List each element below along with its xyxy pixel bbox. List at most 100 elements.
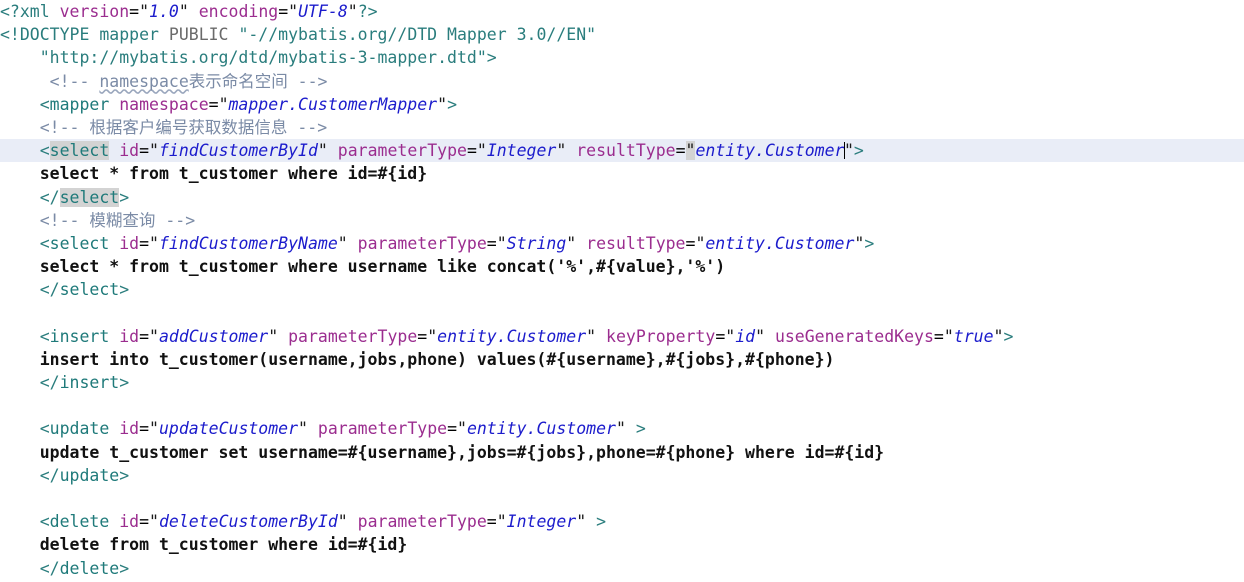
quote-glyph: "	[725, 326, 736, 346]
code-punctuation: =	[447, 419, 457, 439]
code-line[interactable]	[0, 487, 1244, 510]
sql-text-content: select * from t_customer where id=#{id}	[0, 164, 428, 184]
xml-declaration: ?>	[357, 2, 378, 21]
code-line[interactable]: </select>	[0, 278, 1244, 301]
code-line[interactable]: <!-- 模糊查询 -->	[0, 209, 1244, 232]
tag-punctuation: <	[0, 141, 50, 161]
tag-punctuation: </	[0, 465, 60, 485]
quote-glyph: "	[268, 326, 279, 346]
tag-punctuation: </	[0, 373, 60, 392]
code-line[interactable]: <select id="findCustomerById" parameterT…	[0, 139, 1244, 163]
sql-text-content: update t_customer set username=#{usernam…	[0, 442, 885, 462]
xml-comment: <!--	[0, 71, 100, 91]
quote-glyph: "	[496, 233, 507, 253]
code-punctuation	[576, 234, 586, 253]
code-line[interactable]: <!-- 根据客户编号获取数据信息 -->	[0, 116, 1244, 139]
attribute-value: true	[953, 326, 994, 346]
code-line[interactable]	[0, 301, 1244, 324]
code-punctuation: =	[278, 2, 289, 21]
attribute-value: Integer	[506, 512, 577, 532]
quote-glyph: "	[993, 326, 1004, 346]
quote-glyph: "	[288, 2, 299, 21]
code-punctuation: =	[417, 326, 428, 346]
quote-glyph: "	[337, 233, 348, 253]
code-line[interactable]: </delete>	[0, 557, 1244, 580]
quote-glyph: "	[317, 141, 328, 161]
attribute-name: namespace	[119, 94, 209, 114]
code-line[interactable]: <insert id="addCustomer" parameterType="…	[0, 325, 1244, 348]
quote-glyph: "	[437, 94, 448, 114]
tag-punctuation: >	[1003, 326, 1014, 346]
attribute-name: parameterType	[337, 141, 467, 161]
tag-punctuation: </	[0, 280, 60, 300]
code-punctuation	[566, 141, 576, 160]
code-punctuation	[278, 327, 288, 346]
attribute-value: entity.Customer	[695, 141, 845, 161]
code-punctuation: =	[486, 512, 497, 532]
attribute-name: id	[119, 326, 140, 346]
code-line[interactable]: <mapper namespace="mapper.CustomerMapper…	[0, 93, 1244, 116]
quote-glyph: "	[149, 326, 159, 346]
code-line[interactable]	[0, 394, 1244, 417]
code-line[interactable]: <!DOCTYPE mapper PUBLIC "-//mybatis.org/…	[0, 23, 1244, 46]
code-line[interactable]: </update>	[0, 464, 1244, 487]
sql-text-content: delete from t_customer where id=#{id}	[0, 535, 408, 555]
quote-glyph: "	[337, 512, 348, 532]
quote-glyph: "	[854, 233, 865, 253]
doctype-string: "-//mybatis.org//DTD Mapper 3.0//EN"	[238, 25, 597, 45]
code-punctuation	[189, 2, 199, 21]
matched-tag-name: select	[59, 187, 120, 207]
xml-comment: 表示命名空间 -->	[188, 71, 328, 91]
attribute-value: id	[735, 326, 756, 346]
code-line[interactable]: <select id="findCustomerByName" paramete…	[0, 232, 1244, 255]
tag-name: select	[59, 280, 120, 300]
tag-name: delete	[49, 512, 110, 532]
code-punctuation	[109, 95, 119, 114]
code-line[interactable]: <delete id="deleteCustomerById" paramete…	[0, 510, 1244, 533]
tag-punctuation: <	[0, 94, 50, 114]
attribute-name: version	[59, 2, 130, 21]
code-line[interactable]: <!-- namespace表示命名空间 -->	[0, 70, 1244, 93]
code-line[interactable]: select * from t_customer where id=#{id}	[0, 162, 1244, 185]
tag-name: update	[59, 465, 120, 485]
attribute-value: entity.Customer	[466, 419, 616, 439]
code-punctuation: =	[933, 326, 944, 346]
tag-name: update	[49, 419, 110, 439]
attribute-value: Integer	[486, 141, 557, 161]
code-punctuation	[109, 141, 119, 160]
tag-punctuation: >	[119, 465, 130, 485]
quote-glyph: "	[149, 233, 159, 253]
code-line[interactable]: select * from t_customer where username …	[0, 255, 1244, 278]
tag-punctuation: >	[119, 373, 130, 392]
quote-glyph: "	[566, 233, 577, 253]
code-line[interactable]: update t_customer set username=#{usernam…	[0, 441, 1244, 464]
code-punctuation: =	[208, 94, 219, 114]
code-punctuation: =	[139, 141, 150, 161]
tag-punctuation: >	[119, 558, 130, 578]
code-punctuation: =	[139, 233, 150, 253]
code-line[interactable]: delete from t_customer where id=#{id}	[0, 533, 1244, 556]
code-punctuation	[308, 419, 318, 438]
attribute-name: parameterType	[357, 233, 487, 253]
code-line[interactable]: </select>	[0, 186, 1244, 209]
attribute-name: parameterType	[288, 326, 418, 346]
code-line[interactable]: "http://mybatis.org/dtd/mybatis-3-mapper…	[0, 46, 1244, 69]
code-editor-canvas[interactable]: <?xml version="1.0" encoding="UTF-8"?> <!…	[0, 0, 1244, 582]
code-line[interactable]: <?xml version="1.0" encoding="UTF-8"?>	[0, 0, 1244, 23]
quote-glyph: "	[218, 94, 229, 114]
code-line[interactable]: <update id="updateCustomer" parameterTyp…	[0, 417, 1244, 440]
attribute-name: useGeneratedKeys	[774, 326, 934, 346]
code-line[interactable]: insert into t_customer(username,jobs,pho…	[0, 348, 1244, 371]
sql-text-content: insert into t_customer(username,jobs,pho…	[0, 349, 835, 369]
tag-punctuation: >	[586, 512, 607, 532]
xml-comment: <!-- 根据客户编号获取数据信息 -->	[0, 117, 328, 137]
code-punctuation	[109, 419, 119, 438]
tag-name: insert	[49, 326, 110, 346]
attribute-name: resultType	[586, 233, 686, 253]
tag-punctuation: >	[119, 187, 130, 207]
attribute-value: findCustomerByName	[158, 233, 338, 253]
code-line[interactable]: </insert>	[0, 371, 1244, 394]
tag-punctuation: <	[0, 326, 50, 346]
attribute-name: parameterType	[317, 419, 448, 439]
tag-punctuation: >	[447, 94, 457, 114]
